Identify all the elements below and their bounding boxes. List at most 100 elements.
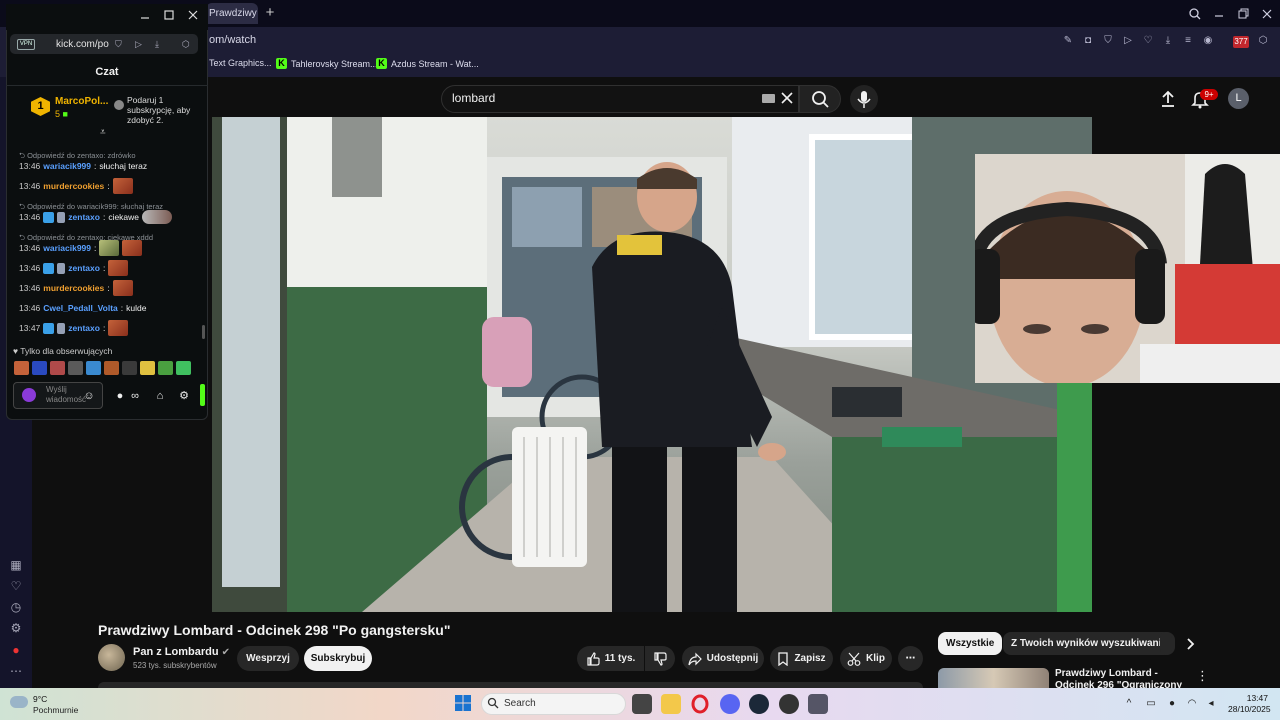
emote-image[interactable] bbox=[68, 361, 83, 375]
send-button[interactable] bbox=[200, 384, 205, 406]
weather-temperature[interactable]: 9°C bbox=[33, 694, 47, 704]
history-icon[interactable]: ◷ bbox=[9, 600, 23, 614]
download-icon[interactable]: ⤓ bbox=[155, 39, 159, 50]
restore-icon[interactable] bbox=[1232, 4, 1254, 24]
weather-description[interactable]: Pochmurnie bbox=[33, 705, 78, 715]
like-button[interactable]: 11 tys. bbox=[577, 646, 644, 671]
voice-search-button[interactable] bbox=[850, 85, 878, 113]
discord-icon[interactable] bbox=[720, 694, 740, 714]
store-icon[interactable]: ⌂ bbox=[153, 389, 167, 403]
apps-icon[interactable]: ▦ bbox=[9, 558, 23, 572]
extension-badge[interactable]: 377 bbox=[1233, 36, 1249, 48]
minimize-icon[interactable] bbox=[1208, 4, 1230, 24]
emote-image[interactable] bbox=[122, 361, 137, 375]
collapse-pinned-icon[interactable]: ⩡ bbox=[100, 127, 106, 138]
infinity-icon[interactable]: ∞ bbox=[128, 389, 142, 403]
recommended-thumbnail[interactable] bbox=[938, 668, 1049, 690]
chat-url-text[interactable]: kick.com/po bbox=[56, 39, 109, 50]
menu-icon[interactable]: ≡ bbox=[1182, 35, 1194, 47]
heart-icon[interactable]: ♡ bbox=[9, 579, 23, 593]
support-button[interactable]: Wesprzyj bbox=[237, 646, 299, 671]
shield-icon[interactable]: ⛉ bbox=[115, 39, 122, 50]
chevron-right-icon[interactable] bbox=[1182, 636, 1198, 652]
points-icon[interactable]: ● bbox=[113, 389, 127, 403]
close-window-icon[interactable] bbox=[1256, 4, 1278, 24]
bookmark-item[interactable]: K Tahlerovsky Stream... bbox=[276, 58, 378, 69]
emote-image bbox=[108, 320, 129, 336]
play-icon[interactable]: ▷ bbox=[1122, 35, 1134, 47]
steam-icon[interactable] bbox=[749, 694, 769, 714]
emote-image[interactable] bbox=[32, 361, 47, 375]
ublock-icon[interactable]: ● bbox=[9, 643, 23, 657]
microphone-icon[interactable]: ● bbox=[1166, 698, 1178, 710]
channel-name[interactable]: Pan z Lombardu ✔ bbox=[133, 646, 230, 658]
subscribe-button[interactable]: Subskrybuj bbox=[304, 646, 372, 671]
more-actions-button[interactable]: ⋯ bbox=[898, 646, 923, 671]
emote-image[interactable] bbox=[14, 361, 29, 375]
task-view-icon[interactable] bbox=[632, 694, 652, 714]
bookmark-item[interactable]: Text Graphics... bbox=[209, 58, 272, 68]
channel-avatar[interactable] bbox=[98, 644, 125, 671]
search-input-value[interactable]: lombard bbox=[452, 91, 495, 105]
extensions-icon[interactable]: ⬡ bbox=[182, 39, 190, 50]
account-avatar[interactable]: L bbox=[1228, 88, 1249, 109]
app-window-icon[interactable] bbox=[808, 694, 828, 714]
edit-icon[interactable]: ✎ bbox=[1062, 35, 1074, 47]
taskbar-search[interactable] bbox=[481, 693, 626, 715]
search-tabs-icon[interactable] bbox=[1184, 4, 1206, 24]
save-button[interactable]: Zapisz bbox=[770, 646, 833, 671]
dislike-button[interactable] bbox=[645, 646, 675, 671]
gift-sub-cta[interactable]: Podaruj 1 subskrypcję, aby zdobyć 2. bbox=[127, 95, 205, 125]
clear-search-icon[interactable] bbox=[780, 91, 794, 105]
more-icon[interactable]: ⋯ bbox=[9, 664, 23, 678]
new-tab-button[interactable]: + bbox=[262, 5, 278, 21]
tray-overflow-icon[interactable]: ^ bbox=[1123, 698, 1135, 710]
emote-image[interactable] bbox=[86, 361, 101, 375]
volume-icon[interactable]: ◂ bbox=[1205, 698, 1217, 710]
chip-more[interactable] bbox=[1160, 632, 1172, 655]
network-icon[interactable]: ▭ bbox=[1145, 698, 1157, 710]
taskbar-search-placeholder[interactable]: Search bbox=[504, 698, 536, 709]
share-button[interactable]: Udostępnij bbox=[682, 646, 764, 671]
top-gifter-name[interactable]: MarcoPol... bbox=[55, 96, 108, 107]
emote-image[interactable] bbox=[158, 361, 173, 375]
cloud-icon[interactable] bbox=[10, 696, 28, 708]
profile-icon[interactable]: ◉ bbox=[1202, 35, 1214, 47]
camera-icon[interactable]: ◘ bbox=[1082, 35, 1094, 47]
opera-icon[interactable] bbox=[690, 694, 710, 714]
wifi-icon[interactable]: ◠ bbox=[1186, 698, 1198, 710]
vpn-badge[interactable]: VPN bbox=[17, 39, 35, 50]
download-icon[interactable]: ⤓ bbox=[1162, 35, 1174, 47]
chat-close-icon[interactable] bbox=[186, 8, 200, 22]
search-button[interactable] bbox=[799, 85, 841, 113]
emoji-icon[interactable]: ☺ bbox=[82, 389, 96, 403]
emote-image[interactable] bbox=[104, 361, 119, 375]
keyboard-icon[interactable] bbox=[762, 94, 775, 103]
chat-settings-icon[interactable]: ⚙ bbox=[177, 389, 191, 403]
heart-icon[interactable]: ♡ bbox=[1142, 35, 1154, 47]
windows-start-icon[interactable] bbox=[455, 695, 471, 711]
emote-image[interactable] bbox=[50, 361, 65, 375]
video-player[interactable] bbox=[212, 117, 1092, 612]
emote-image[interactable] bbox=[176, 361, 191, 375]
shield-icon[interactable]: ⛉ bbox=[1102, 35, 1114, 47]
chat-scrollbar[interactable] bbox=[202, 325, 205, 339]
browser-tab[interactable]: Prawdziwy Lombard bbox=[206, 3, 258, 24]
chat-minimize-icon[interactable] bbox=[138, 8, 152, 22]
chip-from-search[interactable]: Z Twoich wyników wyszukiwania bbox=[1003, 632, 1175, 655]
settings-icon[interactable]: ⚙ bbox=[9, 621, 23, 635]
emote-image[interactable] bbox=[140, 361, 155, 375]
chip-all[interactable]: Wszystkie bbox=[938, 632, 1003, 655]
play-icon[interactable]: ▷ bbox=[135, 39, 142, 50]
emote-avatar-icon[interactable] bbox=[22, 388, 36, 402]
extensions-icon[interactable]: ⬡ bbox=[1257, 35, 1269, 47]
upload-icon[interactable] bbox=[1158, 89, 1178, 109]
file-explorer-icon[interactable] bbox=[661, 694, 681, 714]
chat-maximize-icon[interactable] bbox=[162, 8, 176, 22]
taskbar-clock[interactable]: 13:47 28/10/2025 bbox=[1228, 693, 1271, 715]
bookmark-item[interactable]: K Azdus Stream - Wat... bbox=[376, 58, 479, 69]
more-vert-icon[interactable]: ⋮ bbox=[1196, 668, 1209, 684]
url-text[interactable]: om/watch bbox=[209, 34, 256, 46]
app-icon[interactable] bbox=[779, 694, 799, 714]
clip-button[interactable]: Klip bbox=[840, 646, 892, 671]
